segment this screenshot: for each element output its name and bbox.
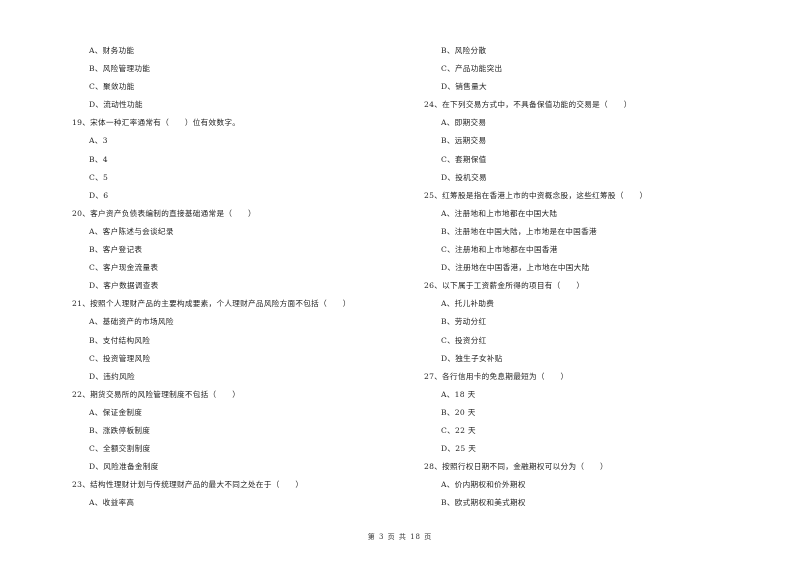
answer-option: D、25 天 (441, 444, 477, 454)
answer-option: B、4 (89, 154, 108, 164)
answer-option: C、客户现金流量表 (89, 263, 159, 273)
page-footer: 第 3 页 共 18 页 (367, 533, 433, 541)
question-text: 23、结构性理财计划与传统理财产品的最大不同之处在于（ ） (72, 480, 304, 490)
question-text: 21、按照个人理财产品的主要构成要素，个人理财产品风险方面不包括（ ） (72, 299, 351, 309)
answer-option: A、基础资产的市场风险 (89, 317, 174, 327)
answer-option: A、客户陈述与会谈纪录 (89, 226, 174, 236)
answer-option: D、客户数据调查表 (89, 281, 159, 291)
answer-option: B、客户登记表 (89, 245, 143, 255)
question-text: 20、客户资产负债表编制的直接基础通常是（ ） (72, 208, 256, 218)
answer-option: A、即期交易 (441, 118, 487, 128)
answer-option: B、风险管理功能 (89, 64, 151, 74)
answer-option: A、18 天 (441, 389, 476, 399)
question-text: 25、红筹股是指在香港上市的中资概念股，这些红筹股（ ） (424, 190, 648, 200)
answer-option: C、聚敛功能 (89, 82, 135, 92)
question-text: 22、期货交易所的风险管理制度不包括（ ） (72, 389, 241, 399)
answer-option: A、托儿补助费 (441, 299, 495, 309)
answer-option: B、支付结构风险 (89, 335, 151, 345)
left-column: A、财务功能 B、风险管理功能 C、聚敛功能 D、流动性功能 19、宋体一种汇率通常有（… (72, 42, 392, 512)
answer-option: C、5 (89, 172, 109, 182)
answer-option: B、欧式期权和美式期权 (441, 498, 526, 508)
question-text: 19、宋体一种汇率通常有（ ）位有效数字。 (72, 118, 241, 128)
question-text: 27、各行信用卡的免息期最短为（ ） (424, 371, 569, 381)
answer-option: D、销售量大 (441, 82, 487, 92)
answer-option: B、劳动分红 (441, 317, 487, 327)
answer-option: D、独生子女补贴 (441, 353, 503, 363)
answer-option: D、违约风险 (89, 371, 135, 381)
answer-option: A、财务功能 (89, 46, 135, 55)
answer-option: D、注册地在中国香港，上市地在中国大陆 (441, 263, 590, 273)
answer-option: C、投资分红 (441, 335, 487, 345)
answer-option: C、产品功能突出 (441, 64, 503, 74)
answer-option: B、20 天 (441, 407, 476, 417)
answer-option: C、22 天 (441, 425, 476, 435)
question-text: 28、按照行权日期不同，金融期权可以分为（ ） (424, 462, 608, 472)
answer-option: C、套期保值 (441, 154, 487, 164)
question-text: 26、以下属于工资薪金所得的项目有（ ） (424, 281, 585, 291)
answer-option: C、注册地和上市地都在中国香港 (441, 245, 558, 255)
answer-option: D、风险准备金制度 (89, 462, 159, 472)
answer-option: A、3 (89, 136, 108, 146)
answer-option: C、全额交割制度 (89, 444, 151, 454)
answer-option: D、6 (89, 190, 109, 200)
answer-option: D、流动性功能 (89, 100, 143, 110)
right-column: B、风险分散 C、产品功能突出 D、销售量大 24、在下列交易方式中，不具备保值功能的… (424, 42, 754, 512)
question-text: 24、在下列交易方式中，不具备保值功能的交易是（ ） (424, 100, 632, 110)
answer-option: B、风险分散 (441, 46, 487, 55)
answer-option: A、价内期权和价外期权 (441, 480, 526, 490)
answer-option: A、收益率高 (89, 498, 135, 508)
answer-option: B、涨跌停板制度 (89, 425, 151, 435)
answer-option: A、注册地和上市地都在中国大陆 (441, 208, 558, 218)
answer-option: D、投机交易 (441, 172, 487, 182)
answer-option: C、投资管理风险 (89, 353, 151, 363)
answer-option: B、远期交易 (441, 136, 487, 146)
answer-option: A、保证金制度 (89, 407, 143, 417)
answer-option: B、注册地在中国大陆，上市地是在中国香港 (441, 226, 597, 236)
